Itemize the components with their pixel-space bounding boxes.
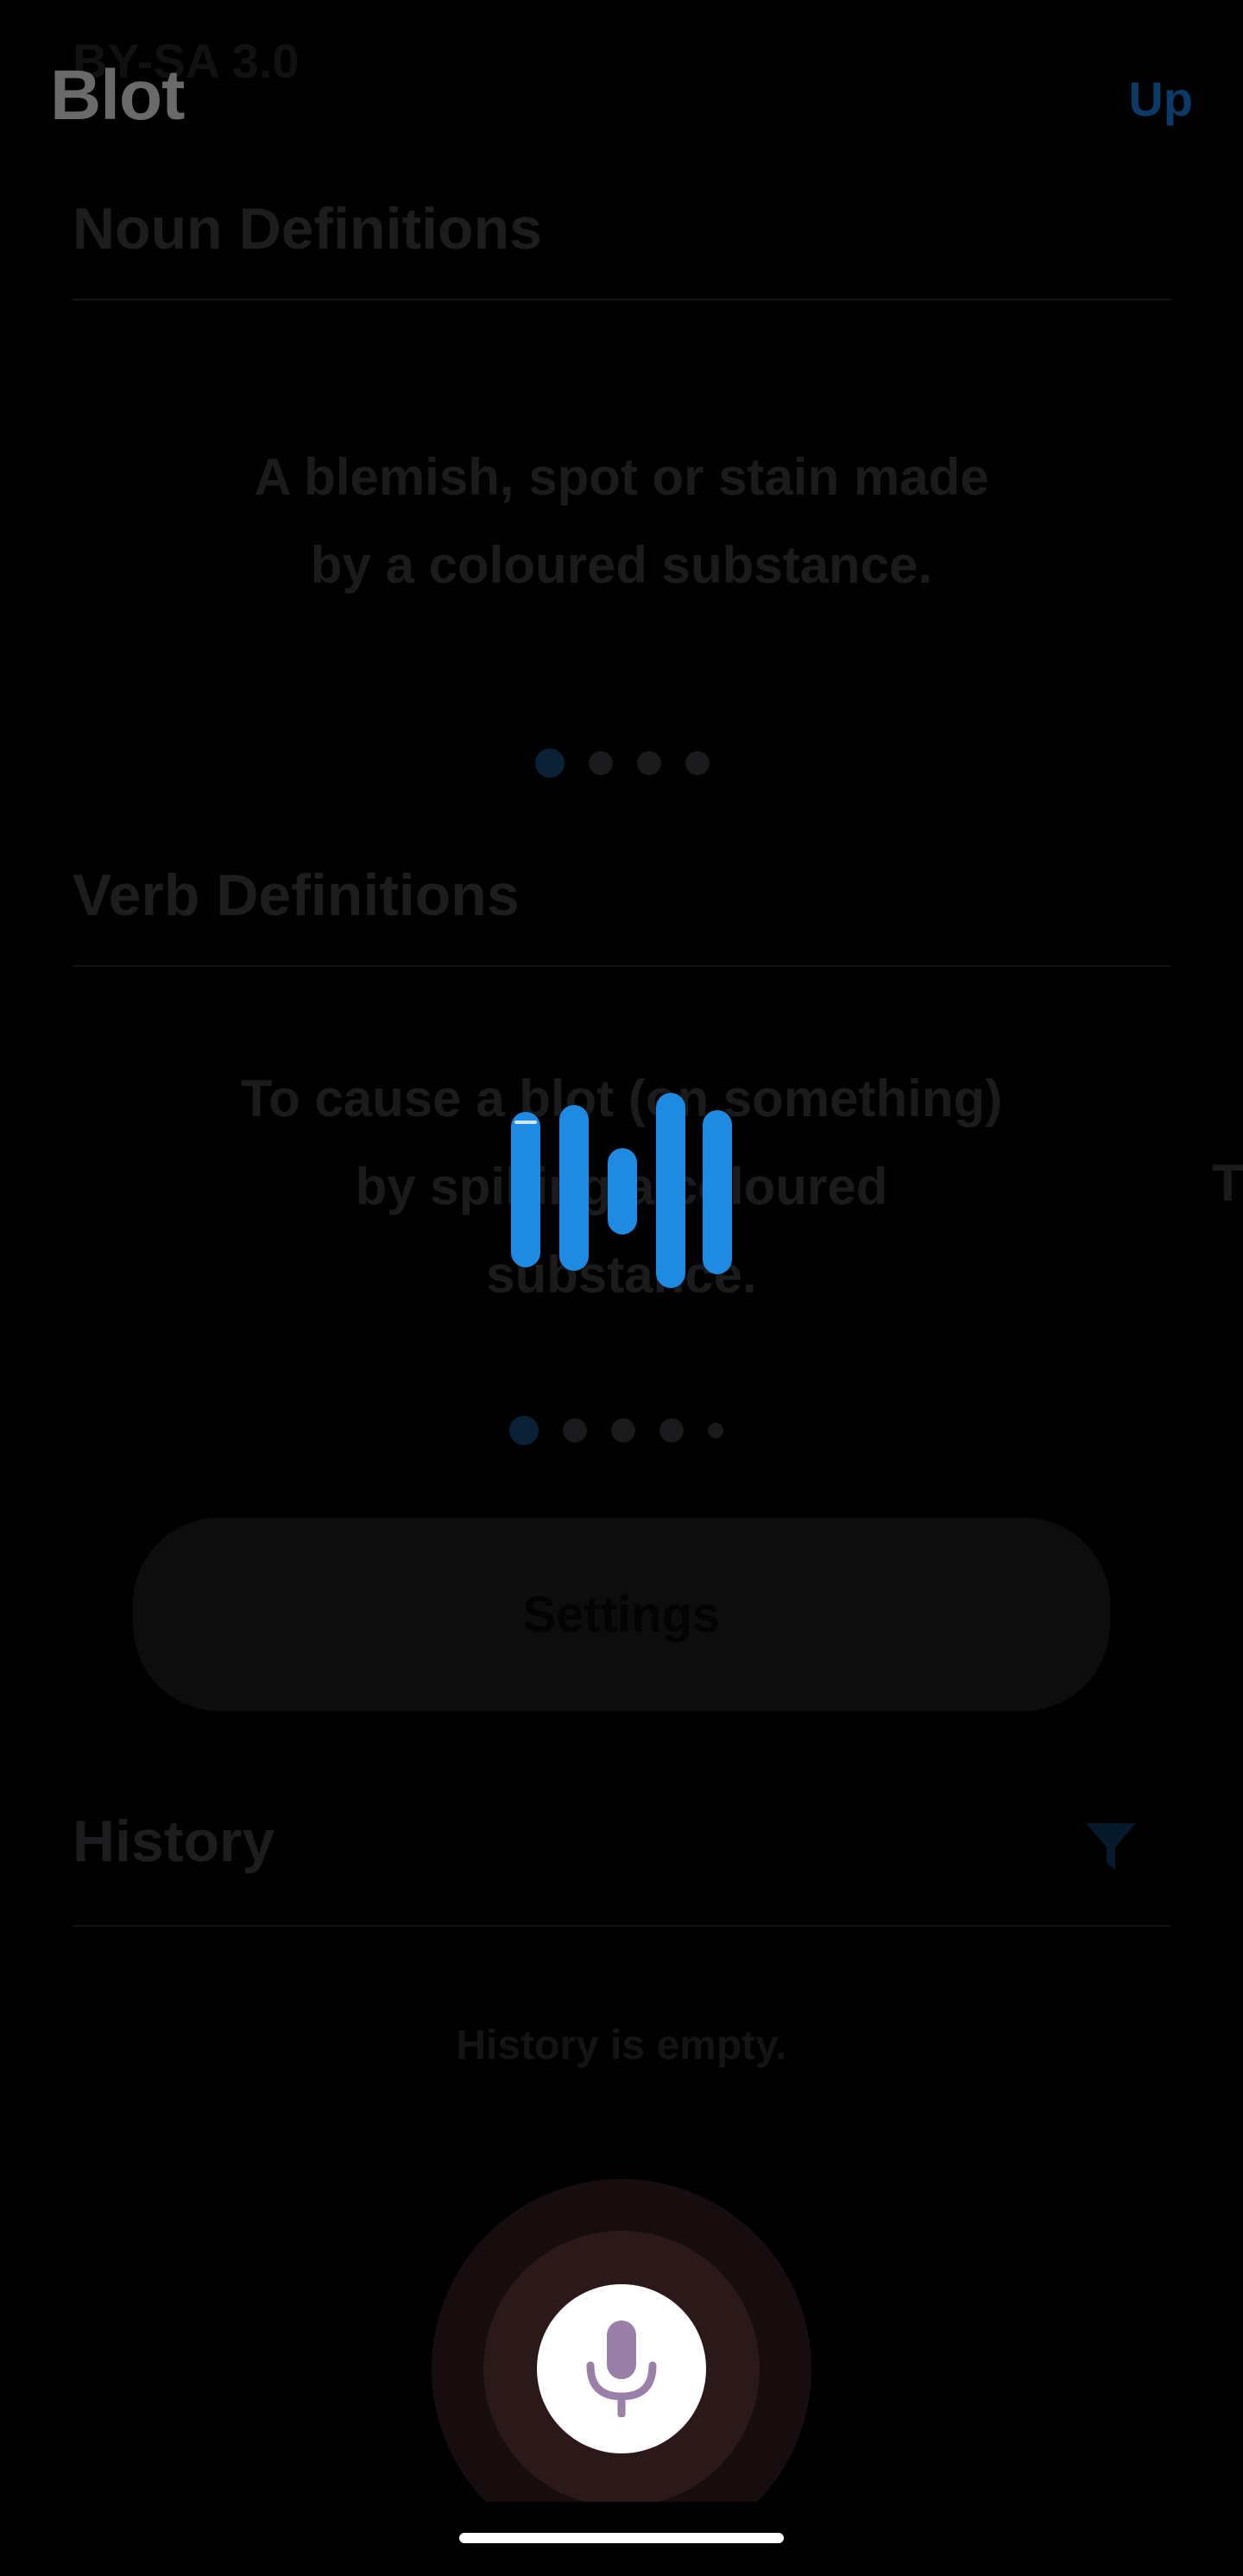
next-definition-peek[interactable]: T [1212, 1153, 1243, 1213]
history-empty-text: History is empty. [456, 2023, 787, 2068]
word-title: Blot [50, 56, 185, 135]
microphone-icon [586, 2320, 657, 2417]
pager-dot[interactable] [708, 1423, 723, 1438]
pager-dot-active[interactable] [535, 748, 565, 778]
noun-definition-card[interactable]: A blemish, spot or stain made by a colou… [155, 433, 1088, 609]
verb-definitions-heading: Verb Definitions [73, 862, 520, 928]
noun-definition-line: by a coloured substance. [310, 536, 933, 594]
up-link[interactable]: Up [1128, 71, 1193, 127]
verb-pager [509, 1416, 723, 1445]
history-divider [73, 1925, 1170, 1927]
audio-wave-loader-icon [511, 1093, 732, 1291]
pager-dot[interactable] [611, 1418, 635, 1443]
noun-definitions-heading: Noun Definitions [73, 196, 542, 262]
settings-button[interactable]: Settings [133, 1518, 1110, 1711]
pager-dot-active[interactable] [509, 1416, 539, 1445]
pager-dot[interactable] [589, 751, 613, 775]
pager-dot[interactable] [659, 1418, 684, 1443]
history-heading: History [73, 1809, 275, 1874]
noun-divider [73, 299, 1170, 300]
pager-dot[interactable] [685, 751, 710, 775]
noun-definition-line: A blemish, spot or stain made [254, 448, 989, 506]
noun-pager [535, 748, 710, 778]
home-indicator[interactable] [459, 2533, 784, 2543]
microphone-button[interactable] [537, 2284, 706, 2453]
pager-dot[interactable] [563, 1418, 587, 1443]
pager-dot[interactable] [637, 751, 661, 775]
verb-divider [73, 965, 1170, 967]
filter-icon[interactable] [1082, 1818, 1139, 1875]
